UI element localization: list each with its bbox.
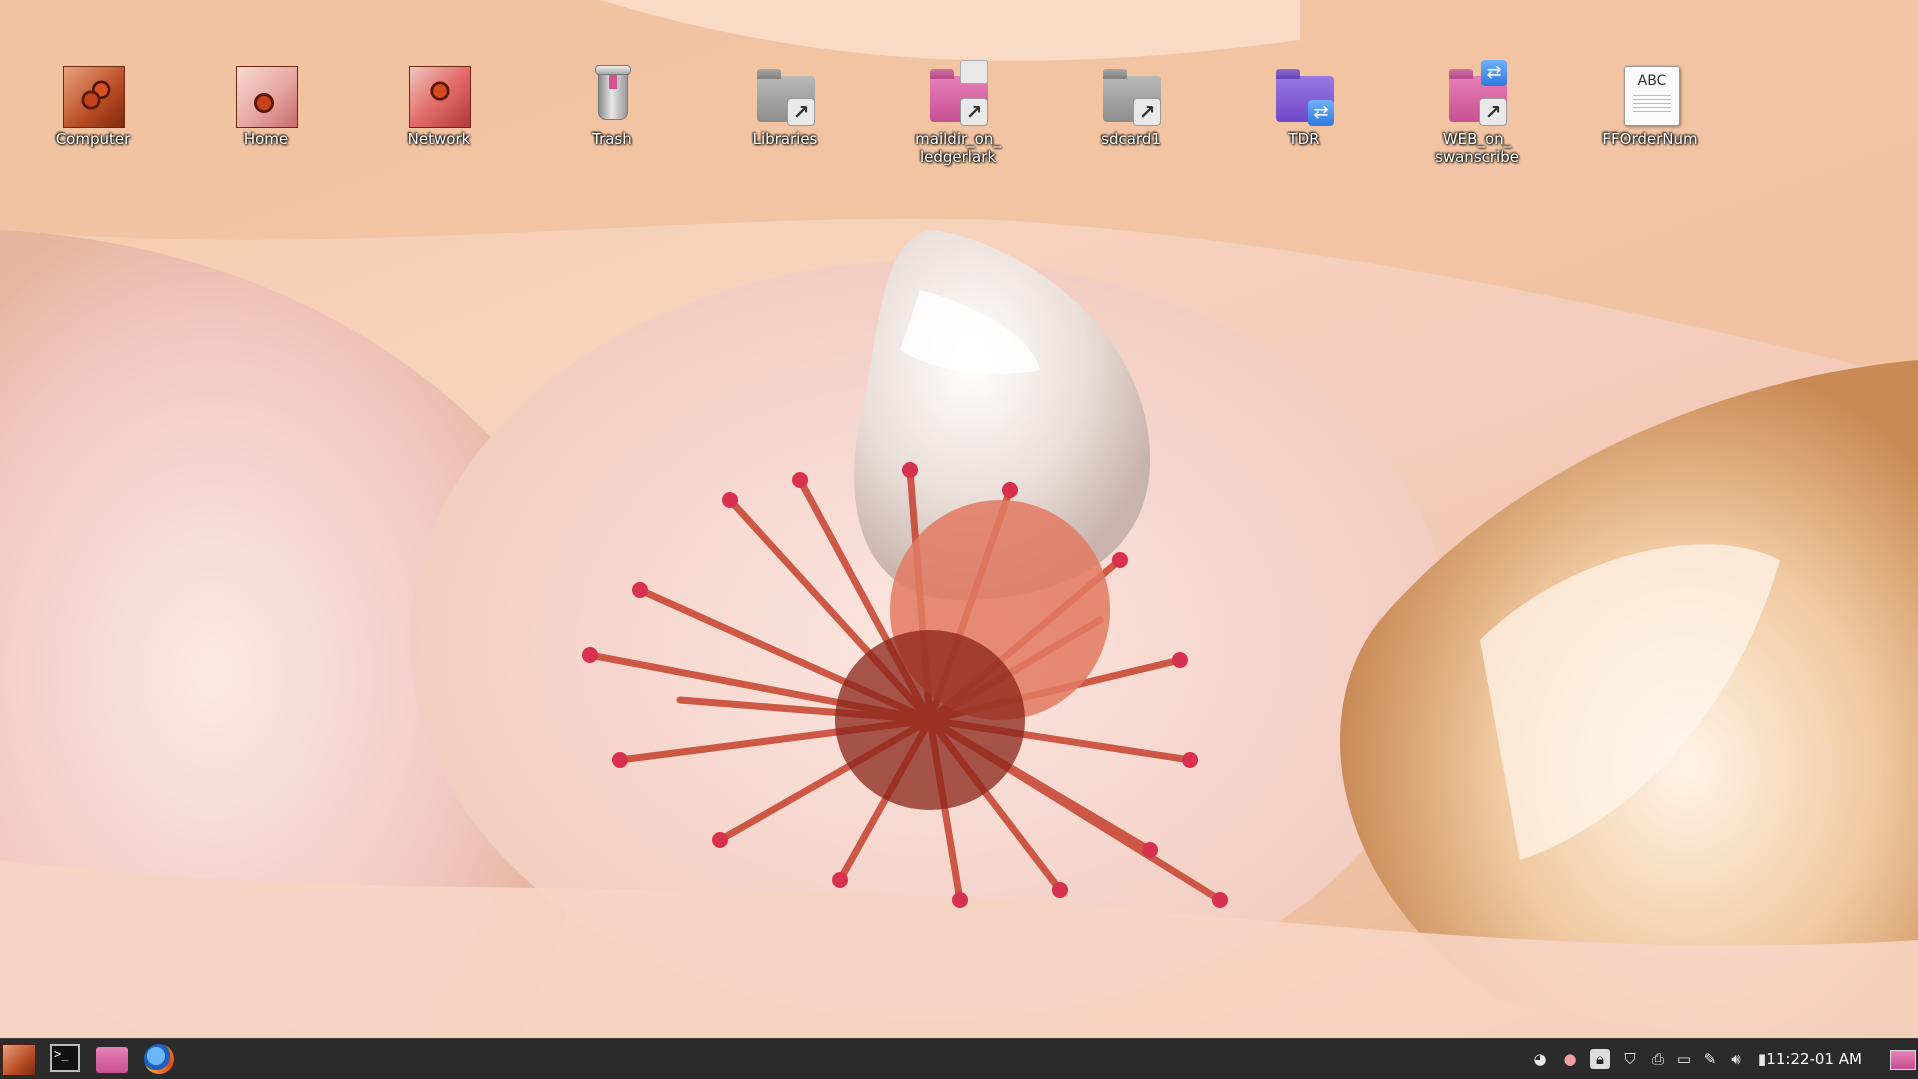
home-icon — [234, 64, 298, 128]
desktop-icon-home[interactable]: Home — [191, 64, 341, 148]
desktop-icon-maildir[interactable]: ↗ maildir_on_ ledgerlark — [883, 60, 1033, 166]
computer-icon — [61, 64, 125, 128]
drive-icon[interactable]: ▭ — [1674, 1049, 1694, 1069]
show-desktop-button[interactable] — [1890, 1050, 1916, 1070]
menu-icon[interactable] — [2, 1044, 36, 1076]
shortcut-arrow-icon: ↗ — [960, 98, 988, 126]
desktop-icon-label: WEB_on_ swanscribe — [1435, 130, 1519, 166]
desktop-icon-label: Home — [243, 130, 289, 148]
envelope-icon — [960, 60, 988, 84]
printer-icon[interactable]: ⎙ — [1648, 1049, 1668, 1069]
file-manager-icon[interactable] — [96, 1047, 128, 1073]
shortcut-arrow-icon: ↗ — [1133, 98, 1161, 126]
mail-folder-link-icon: ↗ — [926, 60, 990, 128]
lock-icon[interactable]: 🔒︎ — [1590, 1049, 1610, 1069]
network-status-icon[interactable]: ◕ — [1530, 1049, 1550, 1069]
shield-icon[interactable]: ⛉ — [1620, 1049, 1640, 1069]
desktop-icon-label: TDR — [1288, 130, 1320, 148]
desktop-icon-sdcard1[interactable]: ↗ sdcard1 — [1056, 64, 1206, 148]
network-share-icon: ⇄ — [1308, 100, 1334, 126]
volume-icon[interactable]: 🔊︎ — [1726, 1049, 1746, 1069]
taskbar: >_ ◕ ● 🔒︎ ⛉ ⎙ ▭ ✎ 🔊︎ ▮ 11:22-01 AM — [0, 1038, 1918, 1079]
folder-link-icon: ↗ — [1099, 64, 1163, 128]
firefox-icon[interactable] — [144, 1044, 174, 1074]
desktop-icon-label: Network — [407, 130, 471, 148]
terminal-icon[interactable]: >_ — [50, 1044, 80, 1072]
clock[interactable]: 11:22-01 AM — [1766, 1039, 1862, 1079]
desktop-icon-web-on-swanscribe[interactable]: ⇄ ↗ WEB_on_ swanscribe — [1402, 60, 1552, 166]
desktop-icon-libraries[interactable]: ↗ Libraries — [710, 64, 860, 148]
desktop-icon-label: FFOrderNum — [1602, 130, 1698, 148]
notification-icon[interactable]: ● — [1560, 1049, 1580, 1069]
desktop-icon-label: maildir_on_ ledgerlark — [915, 130, 1001, 166]
desktop-icon-trash[interactable]: Trash — [537, 64, 687, 148]
desktop-icon-fordernum[interactable]: ABC FFOrderNum — [1575, 64, 1725, 148]
desktop-icon-label: Trash — [592, 130, 632, 148]
desktop-icon-label: sdcard1 — [1101, 130, 1161, 148]
desktop-icon-tdr[interactable]: ⇄ TDR — [1229, 64, 1379, 148]
trash-icon — [580, 64, 644, 128]
network-folder-link-icon: ⇄ ↗ — [1445, 60, 1509, 128]
desktop-icon-label: Libraries — [752, 130, 818, 148]
shortcut-arrow-icon: ↗ — [1479, 98, 1507, 126]
folder-link-icon: ↗ — [753, 64, 817, 128]
network-icon — [407, 64, 471, 128]
desktop-icon-network[interactable]: Network — [364, 64, 514, 148]
desktop-icon-label: Computer — [55, 130, 131, 148]
network-folder-icon: ⇄ — [1272, 64, 1336, 128]
pen-icon[interactable]: ✎ — [1700, 1049, 1720, 1069]
shortcut-arrow-icon: ↗ — [787, 98, 815, 126]
text-document-icon: ABC — [1618, 64, 1682, 128]
network-share-icon: ⇄ — [1481, 60, 1507, 86]
desktop-icon-computer[interactable]: Computer — [18, 64, 168, 148]
